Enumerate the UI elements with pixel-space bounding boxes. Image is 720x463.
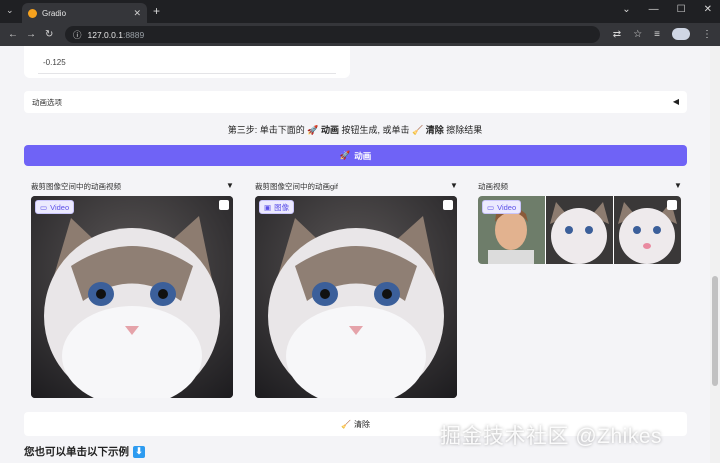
- rocket-icon: 🚀: [307, 125, 319, 135]
- site-info-icon[interactable]: ⓘ: [73, 29, 82, 41]
- browser-tab[interactable]: Gradio ✕: [22, 3, 147, 23]
- url-port: :8889: [122, 29, 145, 40]
- cropped-video-player[interactable]: ▭ Video: [31, 196, 233, 398]
- menu-icon[interactable]: ⋮: [702, 29, 712, 40]
- close-window-icon[interactable]: ✕: [704, 4, 712, 15]
- down-arrow-icon: ⬇: [133, 445, 145, 458]
- back-icon[interactable]: ←: [8, 29, 18, 40]
- clear-button-label: 清除: [353, 419, 370, 429]
- broom-icon: 🧹: [341, 419, 351, 429]
- browser-tab-strip: ⌄ Gradio ✕ + ⌄ — ☐ ✕: [0, 0, 720, 23]
- video-badge: ▭ Video: [35, 200, 75, 214]
- image-icon: ▣: [264, 202, 272, 212]
- forward-icon[interactable]: →: [26, 29, 36, 40]
- reload-icon[interactable]: ↻: [45, 29, 53, 40]
- tab-search-icon[interactable]: ⌄: [6, 5, 14, 16]
- column-label-animation-video: 动画视频: [478, 182, 508, 191]
- scrollbar-thumb[interactable]: [712, 276, 718, 386]
- minimize-icon[interactable]: —: [649, 4, 659, 15]
- cat-image: [31, 196, 233, 398]
- video-camera-icon: ▭: [487, 202, 495, 212]
- image-badge: ▣ 图像: [259, 200, 295, 214]
- profile-avatar[interactable]: [672, 28, 690, 40]
- triangle-left-icon: ◀: [672, 97, 679, 106]
- animation-video-player[interactable]: ▭ Video: [478, 196, 681, 264]
- animate-button[interactable]: 🚀 动画: [24, 145, 687, 166]
- address-bar: ← → ↻ ⓘ 127.0.0.1:8889 ⇄ ☆ ≡ ⋮: [0, 23, 720, 46]
- number-value: -0.125: [43, 58, 66, 67]
- dropdown-triangle-icon[interactable]: ▼: [674, 181, 682, 190]
- cropped-gif-image[interactable]: ▣ 图像: [255, 196, 457, 398]
- accordion-label: 动画选项: [32, 97, 62, 107]
- bookmark-star-icon[interactable]: ☆: [633, 29, 642, 40]
- tab-title: Gradio: [42, 8, 67, 18]
- clear-media-icon[interactable]: [219, 200, 229, 210]
- clear-media-icon[interactable]: [443, 200, 453, 210]
- translate-icon[interactable]: ⇄: [613, 29, 621, 40]
- clear-media-icon[interactable]: [667, 200, 677, 210]
- step3-instruction: 第三步: 单击下面的 🚀 动画 按钮生成, 或单击 🧹 清除 擦除结果: [227, 125, 483, 135]
- number-output-box: -0.125: [24, 46, 350, 78]
- extensions-icon[interactable]: ≡: [654, 29, 660, 40]
- video-camera-icon: ▭: [40, 202, 48, 212]
- rocket-icon: 🚀: [339, 150, 351, 160]
- page-scrollbar[interactable]: [710, 46, 720, 463]
- animate-button-label: 动画: [354, 150, 372, 161]
- dropdown-triangle-icon[interactable]: ▼: [450, 181, 458, 190]
- cat-image: [255, 196, 457, 398]
- chevron-down-icon[interactable]: ⌄: [622, 4, 630, 15]
- dropdown-triangle-icon[interactable]: ▼: [226, 181, 234, 190]
- column-label-cropped-video: 裁剪图像空间中的动画视频: [31, 182, 121, 191]
- watermark: 掘金技术社区 @Zhikes: [440, 425, 663, 448]
- gradio-favicon-icon: [28, 8, 37, 18]
- column-label-cropped-gif: 裁剪图像空间中的动画gif: [255, 182, 338, 191]
- accordion-animation-options[interactable]: 动画选项 ◀: [24, 91, 687, 113]
- broom-icon: 🧹: [412, 125, 424, 135]
- url-field[interactable]: ⓘ 127.0.0.1:8889: [65, 26, 600, 43]
- url-host: 127.0.0.1: [87, 29, 123, 40]
- examples-heading: 您也可以单击以下示例 ⬇: [24, 444, 145, 459]
- divider: [38, 73, 336, 74]
- maximize-icon[interactable]: ☐: [677, 4, 686, 15]
- new-tab-icon[interactable]: +: [153, 4, 160, 18]
- close-tab-icon[interactable]: ✕: [133, 8, 141, 19]
- gradio-page: -0.125 动画选项 ◀ 第三步: 单击下面的 🚀 动画 按钮生成, 或单击 …: [0, 46, 710, 463]
- video-badge: ▭ Video: [482, 200, 522, 214]
